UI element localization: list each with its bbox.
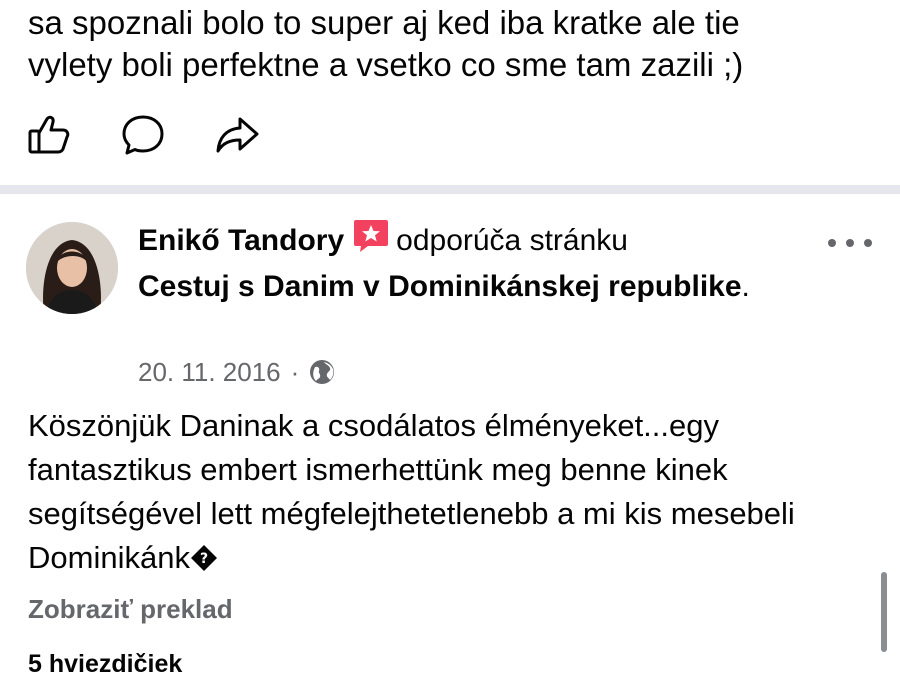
previous-post-text: sa spoznali bolo to super aj ked iba kra… bbox=[28, 4, 744, 83]
recommend-icon bbox=[354, 220, 389, 252]
page-name-link[interactable]: Cestuj s Danim v Dominikánskej republike bbox=[138, 270, 742, 303]
meta-separator: · bbox=[290, 356, 300, 387]
recommend-verb: odporúča stránku bbox=[396, 224, 628, 257]
comment-button[interactable] bbox=[116, 108, 170, 162]
page-name-suffix: . bbox=[741, 270, 750, 303]
post-meta: 20. 11. 2016 · bbox=[138, 354, 335, 390]
share-button[interactable] bbox=[210, 108, 264, 162]
like-icon bbox=[28, 115, 70, 154]
show-translation-link[interactable]: Zobraziť preklad bbox=[28, 594, 233, 625]
comment-icon bbox=[122, 115, 164, 155]
svg-text:?: ? bbox=[200, 551, 208, 567]
unknown-glyph-icon: ? bbox=[190, 545, 217, 571]
scrollbar[interactable] bbox=[881, 572, 887, 652]
review-header: Enikő Tandory odporúča stránku Cestuj s Da… bbox=[138, 218, 788, 308]
more-dot-icon bbox=[828, 239, 836, 247]
review-text-content: Köszönjük Daninak a csodálatos élményeke… bbox=[28, 408, 795, 575]
share-icon bbox=[216, 117, 259, 153]
post-divider bbox=[0, 185, 900, 194]
more-dot-icon bbox=[846, 239, 854, 247]
author-name[interactable]: Enikő Tandory bbox=[138, 224, 344, 257]
post-actions bbox=[22, 108, 264, 162]
rating-label: 5 hviezdičiek bbox=[28, 650, 183, 678]
globe-icon bbox=[310, 360, 335, 384]
recommend-badge bbox=[352, 218, 390, 266]
post-date[interactable]: 20. 11. 2016 bbox=[138, 357, 281, 388]
like-button[interactable] bbox=[22, 108, 76, 162]
review-text: Köszönjük Daninak a csodálatos élményeke… bbox=[28, 404, 878, 580]
more-options-button[interactable] bbox=[828, 228, 872, 258]
avatar[interactable] bbox=[26, 222, 118, 314]
more-dot-icon bbox=[864, 239, 872, 247]
